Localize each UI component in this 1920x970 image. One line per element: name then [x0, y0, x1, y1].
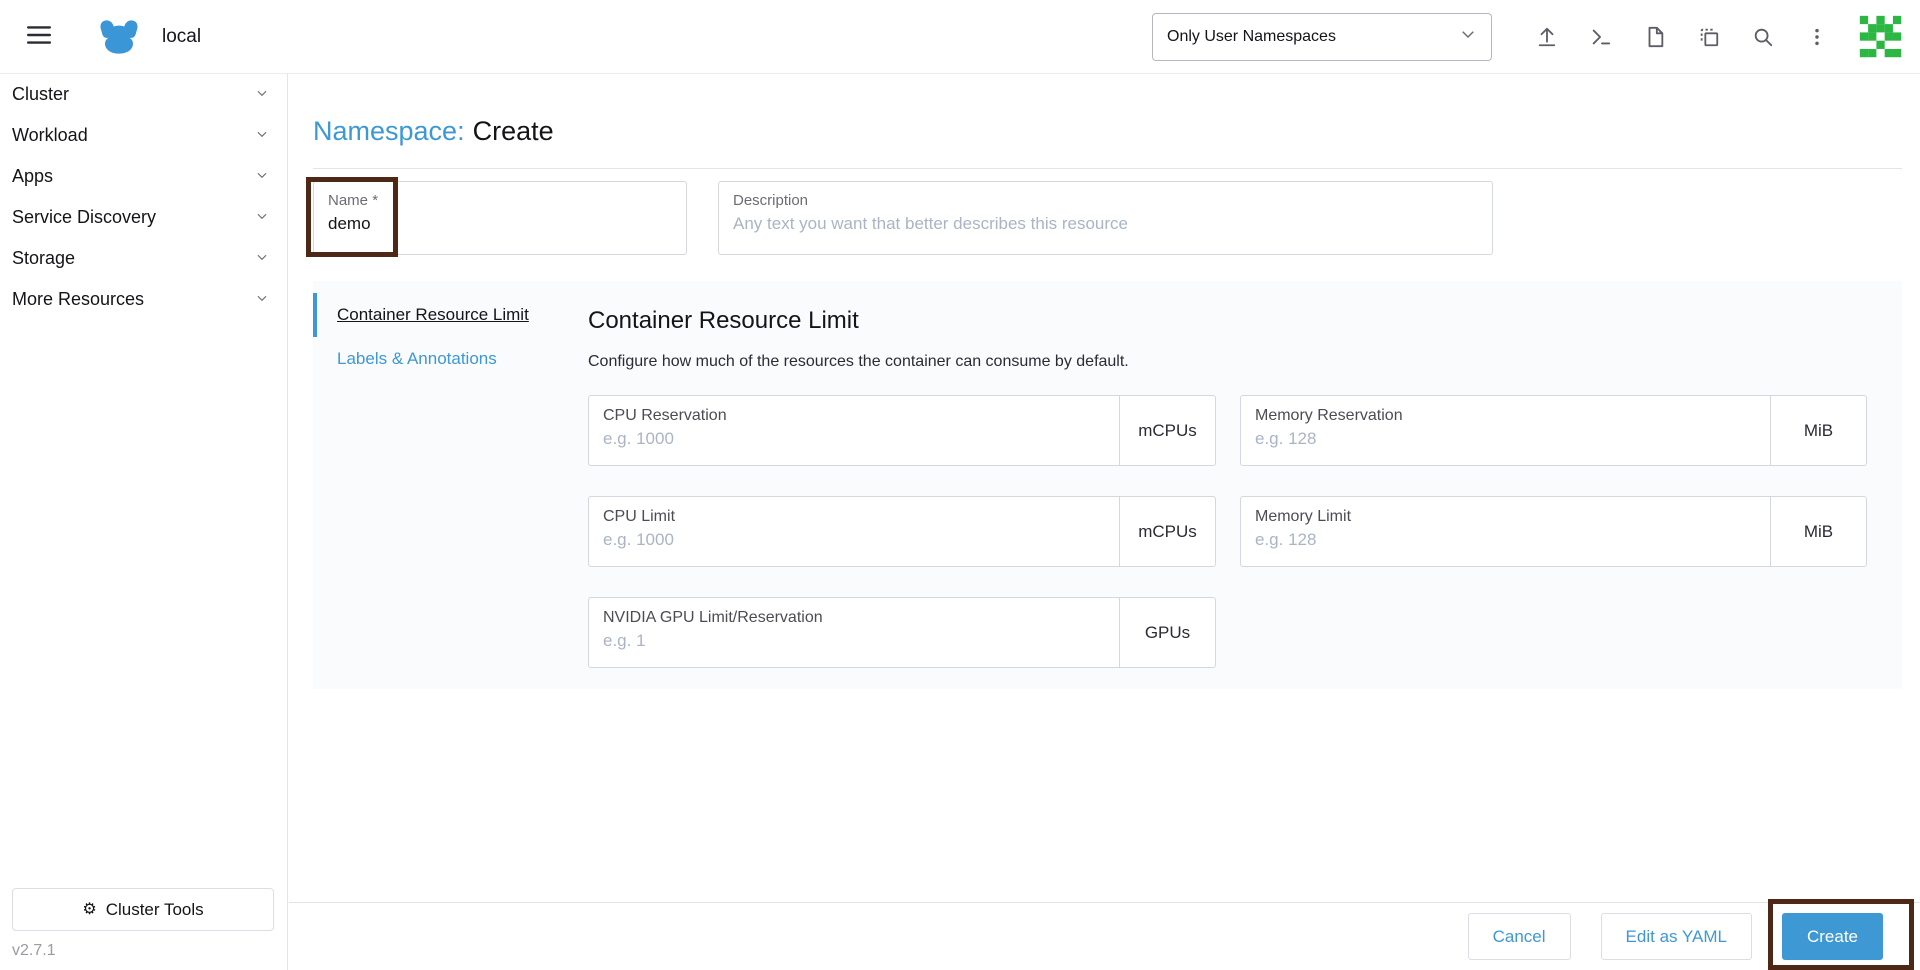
- sidebar-item-cluster[interactable]: Cluster: [0, 74, 287, 115]
- page-title-resource: Namespace:: [313, 116, 465, 146]
- main-content: Namespace:Create Name * Description Cont…: [289, 74, 1920, 970]
- field-main: Memory Reservation: [1241, 396, 1770, 465]
- rancher-logo: [98, 19, 140, 55]
- namespace-filter-select[interactable]: Only User Namespaces: [1152, 12, 1492, 61]
- sidebar-item-storage[interactable]: Storage: [0, 238, 287, 279]
- chevron-down-icon: [255, 248, 269, 269]
- header-left: local: [20, 18, 201, 55]
- gpu-limit-field[interactable]: NVIDIA GPU Limit/Reservation GPUs: [588, 597, 1216, 668]
- chevron-down-icon: [255, 289, 269, 310]
- description-field-label: Description: [733, 192, 809, 209]
- field-label: Memory Limit: [1255, 508, 1352, 525]
- field-main: NVIDIA GPU Limit/Reservation: [589, 598, 1119, 667]
- kubeconfig-file-icon[interactable]: [1642, 24, 1668, 50]
- sidebar-item-service-discovery[interactable]: Service Discovery: [0, 197, 287, 238]
- namespace-filter-value: Only User Namespaces: [1167, 27, 1336, 45]
- field-unit-suffix: MiB: [1770, 497, 1866, 566]
- field-label: CPU Limit: [603, 508, 676, 525]
- kubectl-shell-icon[interactable]: [1588, 24, 1614, 50]
- cpu-limit-input[interactable]: [603, 530, 1105, 550]
- gpu-limit-input[interactable]: [603, 631, 1105, 651]
- gear-icon: ⚙: [82, 900, 97, 918]
- title-divider: [313, 168, 1902, 169]
- sidebar-item-label: Cluster: [12, 84, 70, 104]
- sidebar-item-more-resources[interactable]: More Resources: [0, 279, 287, 320]
- cpu-limit-field[interactable]: CPU Limit mCPUs: [588, 496, 1216, 567]
- memory-reservation-field[interactable]: Memory Reservation MiB: [1240, 395, 1867, 466]
- field-label: Memory Reservation: [1255, 407, 1403, 424]
- tab-label: Labels & Annotations: [337, 349, 497, 368]
- sidebar-item-label: Apps: [12, 166, 54, 186]
- field-label: NVIDIA GPU Limit/Reservation: [603, 609, 823, 626]
- resource-fields-grid: CPU Reservation mCPUs Memory Reservation…: [588, 395, 1867, 668]
- chevron-down-icon: [255, 166, 269, 187]
- cpu-reservation-input[interactable]: [603, 429, 1105, 449]
- tab-label: Container Resource Limit: [337, 305, 529, 324]
- cancel-button[interactable]: Cancel: [1467, 913, 1571, 960]
- sidebar-item-workload[interactable]: Workload: [0, 115, 287, 156]
- name-field[interactable]: Name *: [313, 181, 687, 255]
- header-right: Only User Namespaces: [1152, 12, 1904, 61]
- cluster-tools-label: Cluster Tools: [105, 899, 204, 919]
- search-icon[interactable]: [1750, 24, 1776, 50]
- cpu-reservation-field[interactable]: CPU Reservation mCPUs: [588, 395, 1216, 466]
- memory-limit-input[interactable]: [1255, 530, 1756, 550]
- section-title: Container Resource Limit: [588, 307, 859, 334]
- copy-kubeconfig-icon[interactable]: [1696, 24, 1722, 50]
- chevron-down-icon: [255, 125, 269, 146]
- field-label: CPU Reservation: [603, 407, 727, 424]
- main-menu-button[interactable]: [20, 18, 58, 55]
- tab-section: Container Resource Limit Labels & Annota…: [313, 281, 1902, 689]
- version-label: v2.7.1: [12, 942, 56, 959]
- import-yaml-icon[interactable]: [1534, 24, 1560, 50]
- chevron-down-icon: [1459, 25, 1477, 48]
- top-fields: Name * Description: [313, 181, 1902, 255]
- name-field-label: Name *: [328, 192, 379, 209]
- sidebar: Cluster Workload Apps Service Discovery …: [0, 74, 288, 970]
- chevron-down-icon: [255, 84, 269, 105]
- field-main: CPU Reservation: [589, 396, 1119, 465]
- cluster-name: local: [162, 25, 202, 47]
- field-main: CPU Limit: [589, 497, 1119, 566]
- tab-labels-annotations[interactable]: Labels & Annotations: [313, 337, 563, 381]
- field-unit-suffix: MiB: [1770, 396, 1866, 465]
- description-input[interactable]: [733, 214, 1478, 234]
- section-subtitle: Configure how much of the resources the …: [588, 353, 1129, 370]
- sidebar-item-apps[interactable]: Apps: [0, 156, 287, 197]
- edit-as-yaml-button[interactable]: Edit as YAML: [1600, 913, 1752, 960]
- name-input[interactable]: [328, 214, 672, 234]
- sidebar-item-label: More Resources: [12, 289, 145, 309]
- page-title: Namespace: Create: [313, 116, 1902, 147]
- sidebar-item-label: Service Discovery: [12, 207, 157, 227]
- required-asterisk: *: [372, 192, 379, 209]
- sidebar-item-label: Storage: [12, 248, 76, 268]
- memory-reservation-input[interactable]: [1255, 429, 1756, 449]
- field-unit-suffix: GPUs: [1119, 598, 1215, 667]
- memory-limit-field[interactable]: Memory Limit MiB: [1240, 496, 1867, 567]
- create-button[interactable]: Create: [1781, 913, 1883, 960]
- user-avatar[interactable]: [1858, 13, 1904, 60]
- actions-bar: Cancel Edit as YAML Create: [289, 902, 1920, 970]
- tab-content: Container Resource Limit Configure how m…: [563, 281, 1902, 689]
- field-unit-suffix: mCPUs: [1119, 497, 1215, 566]
- cluster-tools-button[interactable]: ⚙ Cluster Tools: [12, 888, 274, 931]
- sidebar-item-label: Workload: [12, 125, 88, 145]
- tab-list: Container Resource Limit Labels & Annota…: [313, 281, 563, 689]
- field-main: Memory Limit: [1241, 497, 1770, 566]
- hamburger-icon: [26, 24, 52, 49]
- field-unit-suffix: mCPUs: [1119, 396, 1215, 465]
- page-title-action: Create: [472, 116, 554, 146]
- app-header: local Only User Namespaces: [0, 0, 1920, 74]
- description-field[interactable]: Description: [718, 181, 1493, 255]
- tab-container-resource-limit[interactable]: Container Resource Limit: [313, 293, 563, 337]
- kebab-menu-icon[interactable]: [1804, 24, 1830, 50]
- chevron-down-icon: [255, 207, 269, 228]
